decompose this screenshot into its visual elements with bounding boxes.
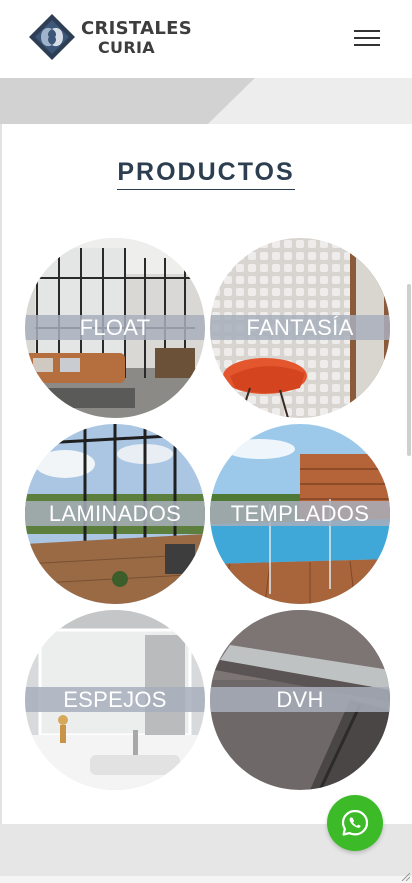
product-espejos[interactable]: ESPEJOS bbox=[25, 610, 205, 790]
whatsapp-icon bbox=[341, 809, 369, 836]
product-templados-label: TEMPLADOS bbox=[210, 501, 390, 526]
product-fantasia-label: FANTASÍA bbox=[210, 315, 390, 340]
product-fantasia[interactable]: FANTASÍA bbox=[210, 238, 390, 418]
product-dvh-label: DVH bbox=[210, 687, 390, 712]
product-dvh[interactable]: DVH bbox=[210, 610, 390, 790]
product-templados[interactable]: TEMPLADOS bbox=[210, 424, 390, 604]
product-laminados[interactable]: LAMINADOS bbox=[25, 424, 205, 604]
product-float-label: FLOAT bbox=[25, 315, 205, 340]
products-grid: FLOAT FANTASÍA LAMINADOS TEMPLADOS ESPEJ… bbox=[0, 0, 412, 883]
whatsapp-button[interactable] bbox=[327, 795, 383, 851]
footer-strip bbox=[0, 876, 412, 883]
product-laminados-label: LAMINADOS bbox=[25, 501, 205, 526]
product-float[interactable]: FLOAT bbox=[25, 238, 205, 418]
product-espejos-label: ESPEJOS bbox=[25, 687, 205, 712]
resize-grip-icon[interactable] bbox=[400, 871, 410, 881]
